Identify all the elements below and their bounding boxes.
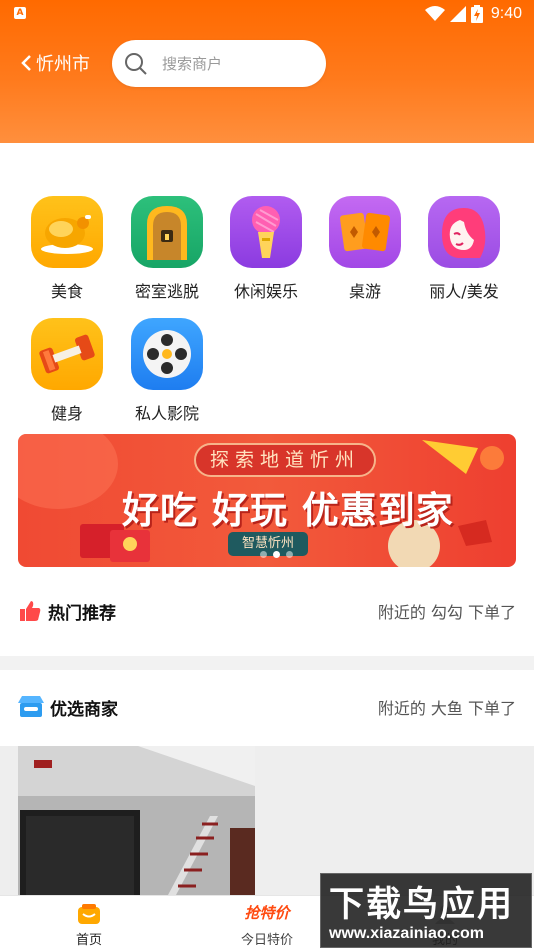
- category-label: 丽人/美发: [429, 282, 499, 301]
- carousel-dot-active[interactable]: [273, 551, 280, 558]
- category-label: 密室逃脱: [134, 282, 199, 301]
- hot-recommend-header[interactable]: 热门推荐 附近的 勾勾 下单了: [18, 591, 516, 631]
- flash-sale-icon: 抢特价: [244, 904, 290, 922]
- featured-merchants-header[interactable]: 优选商家 附近的 大鱼 下单了: [18, 687, 516, 727]
- notification-icon: A: [14, 7, 26, 19]
- category-private-cinema[interactable]: 私人影院: [117, 318, 217, 424]
- merchant-photo[interactable]: [18, 746, 255, 895]
- city-name: 忻州市: [36, 54, 90, 75]
- woman-hair-icon: [428, 196, 500, 268]
- roast-chicken-icon: [31, 196, 103, 268]
- header-bar: A 9:40 忻州市: [0, 0, 534, 143]
- category-escape-room[interactable]: 密室逃脱: [117, 196, 217, 302]
- category-fitness[interactable]: 健身: [17, 318, 117, 424]
- back-arrow-icon: [21, 55, 31, 71]
- watermark-title: 下载鸟应用: [329, 885, 515, 925]
- category-board-games[interactable]: 桌游: [315, 196, 415, 302]
- watermark-url: www.xiazainiao.com: [329, 925, 485, 942]
- category-label: 私人影院: [134, 404, 199, 423]
- signal-icon: [449, 6, 466, 22]
- carousel-indicator: [260, 551, 293, 558]
- category-label: 健身: [50, 404, 83, 423]
- status-icons: 9:40: [424, 4, 522, 24]
- category-label: 桌游: [348, 282, 381, 301]
- status-time: 9:40: [490, 5, 522, 22]
- category-label: 美食: [50, 282, 83, 301]
- carousel-dot[interactable]: [260, 551, 267, 558]
- section-title: 优选商家: [50, 699, 118, 720]
- search-box[interactable]: [112, 40, 326, 87]
- carousel-dot[interactable]: [286, 551, 293, 558]
- category-leisure[interactable]: 休闲娱乐: [216, 196, 316, 302]
- status-bar: A 9:40: [0, 0, 534, 28]
- dumbbell-icon: [31, 318, 103, 390]
- banner-subtitle: 探索地道忻州: [194, 443, 377, 477]
- category-food[interactable]: 美食: [17, 196, 117, 302]
- section-divider: [0, 656, 534, 670]
- banner-headline: 好吃 好玩 优惠到家: [122, 489, 454, 532]
- search-input[interactable]: [162, 54, 302, 73]
- category-label: 休闲娱乐: [233, 282, 298, 301]
- tab-label: 首页: [75, 933, 102, 948]
- tab-home[interactable]: 首页: [0, 896, 178, 951]
- home-icon: [78, 904, 100, 924]
- locked-door-icon: [131, 196, 203, 268]
- film-reel-icon: [131, 318, 203, 390]
- store-icon: [18, 696, 44, 717]
- wifi-icon: [424, 6, 445, 21]
- battery-icon: [470, 5, 483, 23]
- microphone-icon: [230, 196, 302, 268]
- city-selector[interactable]: 忻州市: [20, 50, 90, 76]
- section-title: 热门推荐: [48, 603, 116, 624]
- playing-cards-icon: [329, 196, 401, 268]
- category-beauty[interactable]: 丽人/美发: [414, 196, 514, 302]
- thumbs-up-icon: [20, 601, 41, 621]
- search-icon: [125, 52, 147, 75]
- promo-banner[interactable]: 探索地道忻州 好吃 好玩 优惠到家 智慧忻州: [18, 434, 516, 567]
- site-watermark: 下载鸟应用 www.xiazainiao.com: [320, 873, 532, 948]
- recent-order-ticker: 附近的 大鱼 下单了: [377, 699, 516, 718]
- recent-order-ticker: 附近的 勾勾 下单了: [377, 603, 516, 622]
- cinema-room-image: [18, 746, 255, 895]
